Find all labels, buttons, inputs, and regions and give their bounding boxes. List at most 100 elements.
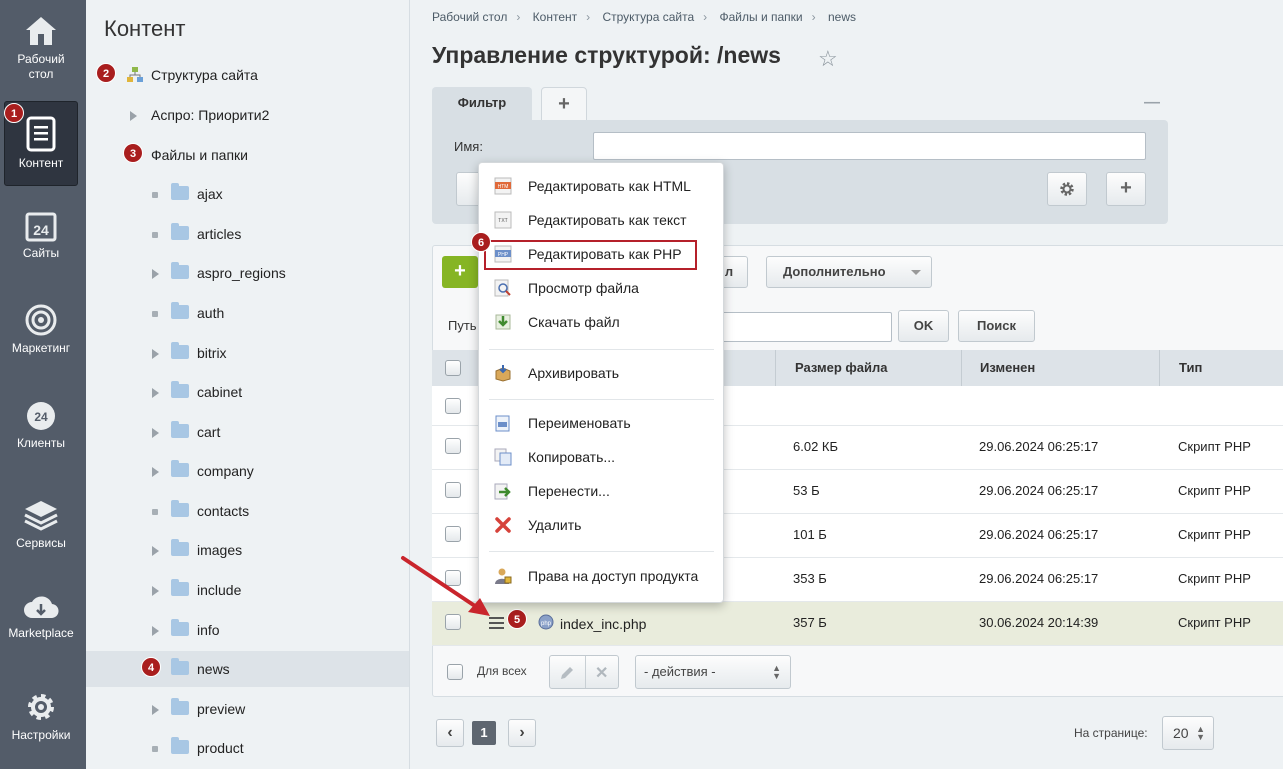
folder-icon	[171, 342, 189, 359]
tree-folder-include[interactable]: include	[86, 572, 409, 608]
close-icon[interactable]: ✕	[595, 663, 608, 683]
collapse-icon[interactable]: —	[1144, 94, 1160, 112]
tree-folder-bitrix[interactable]: bitrix	[86, 335, 409, 371]
for-all-checkbox[interactable]	[447, 664, 463, 680]
expand-arrow-icon[interactable]	[152, 428, 159, 438]
expand-arrow-icon[interactable]	[152, 546, 159, 556]
breadcrumb-item[interactable]: Контент	[533, 10, 577, 24]
tree-folder-articles[interactable]: articles	[86, 216, 409, 252]
expand-arrow-icon[interactable]	[152, 388, 159, 398]
breadcrumb-item[interactable]: Структура сайта	[602, 10, 694, 24]
html-file-icon: HTM	[494, 177, 512, 195]
cell-modified: 29.06.2024 06:25:17	[979, 483, 1099, 498]
rail-item-marketplace[interactable]: Marketplace	[4, 592, 78, 652]
tree-item-label: Файлы и папки	[151, 147, 248, 163]
rail-label: Контент	[18, 156, 64, 170]
expand-arrow-icon[interactable]	[152, 349, 159, 359]
menu-item-archive[interactable]: Архивировать	[479, 357, 723, 389]
tree-folder-cabinet[interactable]: cabinet	[86, 374, 409, 410]
tree-folder-auth[interactable]: auth	[86, 295, 409, 331]
folder-icon	[171, 500, 189, 517]
tree-folder-company[interactable]: company	[86, 453, 409, 489]
expand-arrow-icon[interactable]	[152, 467, 159, 477]
folder-icon	[171, 183, 189, 200]
path-input[interactable]	[720, 312, 892, 342]
row-checkbox[interactable]	[445, 526, 461, 542]
row-checkbox[interactable]	[445, 482, 461, 498]
column-header-type[interactable]: Тип	[1179, 360, 1202, 375]
column-header-modified[interactable]: Изменен	[980, 360, 1035, 375]
tree-item-label: preview	[197, 701, 246, 717]
menu-item-label: Архивировать	[528, 365, 620, 381]
cell-name[interactable]: index_inc.php	[560, 616, 646, 632]
menu-item-move[interactable]: Перенести...	[479, 475, 723, 507]
pencil-icon[interactable]	[559, 665, 575, 681]
menu-item-edit-html[interactable]: HTM Редактировать как HTML	[479, 170, 723, 202]
rail-item-marketing[interactable]: Маркетинг	[4, 303, 78, 363]
tree-title: Контент	[104, 16, 186, 41]
tree-folder-ajax[interactable]: ajax	[86, 176, 409, 212]
tree-item-aspro[interactable]: Аспро: Приорити2	[86, 97, 409, 133]
actions-select[interactable]: - действия - ▲ ▼	[635, 655, 791, 689]
filter-add-field-button[interactable]: +	[1106, 172, 1146, 206]
more-dropdown[interactable]: Дополнительно	[766, 256, 932, 288]
add-filter-tab[interactable]: +	[541, 87, 587, 121]
menu-item-edit-text[interactable]: TXT Редактировать как текст	[479, 204, 723, 236]
expand-arrow-icon[interactable]	[152, 586, 159, 596]
breadcrumb-item[interactable]: Рабочий стол	[432, 10, 507, 24]
breadcrumb-item[interactable]: Файлы и папки	[720, 10, 803, 24]
menu-item-view-file[interactable]: Просмотр файла	[479, 272, 723, 304]
expand-arrow-icon[interactable]	[152, 269, 159, 279]
menu-item-delete[interactable]: Удалить	[479, 509, 723, 541]
breadcrumb: Рабочий стол › Контент › Структура сайта › …	[432, 10, 856, 24]
rail-item-services[interactable]: Сервисы	[4, 498, 78, 558]
rail-label: Сайты	[22, 246, 60, 260]
filter-name-input[interactable]	[593, 132, 1146, 160]
add-button[interactable]: +	[442, 256, 478, 288]
menu-item-copy[interactable]: Копировать...	[479, 441, 723, 473]
actions-select-value: - действия -	[644, 664, 716, 679]
tree-folder-images[interactable]: images	[86, 532, 409, 568]
filter-settings-button[interactable]	[1047, 172, 1087, 206]
table-row[interactable]: 5 php index_inc.php 357 Б 30.06.2024 20:…	[432, 602, 1283, 646]
expand-arrow-icon[interactable]	[130, 111, 137, 121]
ok-button[interactable]: OK	[898, 310, 949, 342]
star-icon[interactable]: ☆	[818, 46, 838, 72]
tree-folder-cart[interactable]: cart	[86, 414, 409, 450]
rail-item-settings[interactable]: Настройки	[4, 690, 78, 750]
column-header-size[interactable]: Размер файла	[795, 360, 888, 375]
tree-folder-info[interactable]: info	[86, 612, 409, 648]
clients-24-icon: 24	[27, 402, 55, 430]
rail-item-clients[interactable]: 24 Клиенты	[4, 400, 78, 460]
tree-folder-contacts[interactable]: contacts	[86, 493, 409, 529]
row-checkbox[interactable]	[445, 438, 461, 454]
per-page-select[interactable]: 20 ▲ ▼	[1162, 716, 1214, 750]
leaf-dot-icon	[152, 509, 158, 515]
cell-modified: 29.06.2024 06:25:17	[979, 439, 1099, 454]
menu-item-download[interactable]: Скачать файл	[479, 306, 723, 338]
tree-folder-product[interactable]: product	[86, 730, 409, 766]
next-page-button[interactable]: ›	[508, 719, 536, 747]
menu-item-label: Копировать...	[528, 449, 616, 465]
expand-arrow-icon[interactable]	[152, 705, 159, 715]
menu-item-rename[interactable]: Переименовать	[479, 407, 723, 439]
page-number[interactable]: 1	[472, 721, 496, 745]
tree-item-label: company	[197, 463, 254, 479]
tree-folder-news[interactable]: 4 news	[86, 651, 409, 687]
tab-filter[interactable]: Фильтр	[432, 87, 532, 121]
rail-item-desktop[interactable]: Рабочий стол	[4, 12, 78, 86]
menu-item-access-rights[interactable]: Права на доступ продукта	[479, 560, 723, 592]
tree-item-files[interactable]: 3 Файлы и папки	[86, 137, 409, 173]
folder-icon	[171, 539, 189, 556]
tree-item-site-structure[interactable]: 2 Структура сайта	[86, 57, 409, 93]
prev-page-button[interactable]: ‹	[436, 719, 464, 747]
search-button[interactable]: Поиск	[958, 310, 1035, 342]
row-checkbox[interactable]	[445, 398, 461, 414]
tree-folder-aspro-regions[interactable]: aspro_regions	[86, 255, 409, 291]
tree-folder-preview[interactable]: preview	[86, 691, 409, 727]
breadcrumb-item[interactable]: news	[828, 10, 856, 24]
select-all-checkbox[interactable]	[445, 360, 461, 376]
expand-arrow-icon[interactable]	[152, 626, 159, 636]
folder-icon	[171, 698, 189, 715]
rail-item-sites[interactable]: 24 Сайты	[4, 210, 78, 270]
